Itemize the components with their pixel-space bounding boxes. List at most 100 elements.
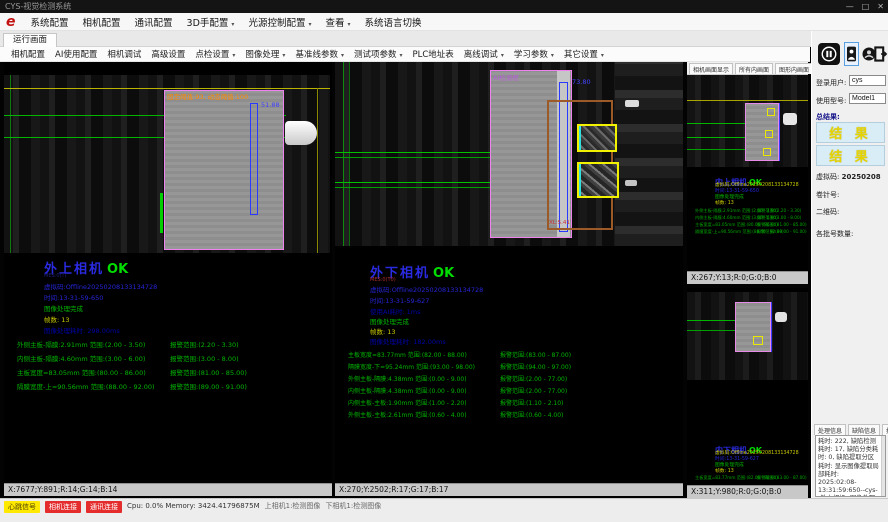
batch-count-label: 各批号数量:	[816, 229, 853, 239]
result-text: 结 果	[829, 150, 872, 165]
tab-connector-shape	[783, 113, 797, 125]
thumb-tab-all-views[interactable]: 所有内画面	[735, 63, 773, 74]
menu-view[interactable]: 查看	[318, 15, 357, 29]
cpu-memory-status: Cpu: 0.0% Memory: 3424.41796875M	[127, 501, 260, 512]
log-scrollbar[interactable]	[881, 436, 885, 496]
camera-view-outer-top[interactable]: 固定阈值:93, 动态阈值:100 51.88	[4, 75, 330, 253]
total-result-label: 总结果:	[816, 112, 840, 122]
measure-row: 内侧主板-隔膜:4.38mm 范围:(0.00 - 9.00) 报警范围:(2.…	[335, 386, 683, 395]
feature-box-yellow	[753, 336, 763, 345]
measure-text: 主板宽度=83.05mm 范围:(80.00 - 86.00)	[17, 367, 146, 377]
green-measure-line	[687, 320, 735, 321]
tool-plc-address[interactable]: PLC地址表	[408, 48, 459, 60]
virtual-code-caption: 虚拟码:	[816, 173, 839, 181]
alarm-range-text: 报警范围:(89.00 - 91.00)	[757, 229, 807, 235]
measure-row: 内侧主板-隔膜:4.60mm 范围:(3.00 - 6.00) 报警范围:(3.…	[4, 353, 332, 363]
user-button[interactable]	[844, 42, 859, 66]
camera-view-inner-top[interactable]	[687, 75, 808, 167]
pixel-coord-bar: X:267;Y:13;R:0;G:0;B:0	[687, 271, 808, 284]
elapsed-line: 图像处理耗时: 182.00ms	[370, 336, 446, 346]
app-logo-icon: e	[6, 14, 16, 30]
exit-door-icon	[874, 45, 888, 63]
result-ok-badge: OK	[433, 266, 454, 281]
measure-value-label: 51.88	[261, 101, 280, 109]
tool-learning-params[interactable]: 学习参数	[509, 48, 559, 60]
menu-3d-config[interactable]: 3D手配置	[180, 15, 242, 29]
measure-text: 内侧主板-隔膜:4.60mm 范围:(3.00 - 6.00)	[17, 353, 145, 363]
green-guide-line	[343, 62, 344, 246]
tab-run-screen[interactable]: 运行画面	[3, 33, 57, 47]
menu-system-config[interactable]: 系统配置	[24, 15, 76, 29]
exit-button[interactable]	[874, 44, 888, 63]
title-bar: CYS-视觉检测系统 — □ ✕	[0, 0, 888, 13]
alarm-range-text: 报警范围:(83.00 - 87.00)	[757, 475, 807, 481]
log-output[interactable]: 耗时: 222, 缺陷检测耗时: 17, 缺陷分类耗时: 0, 缺陷提取分区耗时…	[815, 435, 886, 497]
measure-row: 隔膜宽度-下=95.24mm 范围:(93.00 - 98.00) 报警范围:(…	[335, 362, 683, 371]
minimize-button[interactable]: —	[846, 0, 854, 13]
alarm-range-text: 报警范围:(94.00 - 97.00)	[500, 362, 571, 371]
tool-test-params[interactable]: 测试项参数	[349, 48, 408, 60]
tool-advanced-settings[interactable]: 高级设置	[146, 48, 190, 60]
main-area: 固定阈值:93, 动态阈值:100 51.88 外上相机OK MES:0(T) …	[0, 62, 810, 498]
alarm-range-text: 报警范围:(3.00 - 8.00)	[170, 353, 239, 363]
tool-camera-debug[interactable]: 相机调试	[102, 48, 146, 60]
result-box-bottom: 结 果	[816, 145, 885, 166]
tool-baseline-params[interactable]: 基准线参数	[290, 48, 349, 60]
result-text: 结 果	[829, 127, 872, 142]
toolbar: 相机配置 AI使用配置 相机调试 高级设置 点检设置 图像处理 基准线参数 测试…	[0, 47, 810, 62]
menu-light-config[interactable]: 光源控制配置	[241, 15, 318, 29]
tool-other-settings[interactable]: 其它设置	[559, 48, 609, 60]
feature-box-yellow	[763, 148, 771, 156]
yellow-guide-line	[317, 88, 318, 253]
camera-view-inner-bottom[interactable]	[687, 292, 808, 380]
log-tab-alarm-info[interactable]: 报警信息	[882, 424, 888, 435]
log-tab-process-info[interactable]: 处理信息	[814, 424, 846, 435]
tool-spotcheck-settings[interactable]: 点检设置	[190, 48, 240, 60]
green-measure-line	[687, 149, 747, 150]
pause-icon	[820, 45, 838, 63]
tool-ai-config[interactable]: AI使用配置	[50, 48, 102, 60]
measure-row: 外侧主板-主板:2.61mm 范围:(0.60 - 4.00) 报警范围:(0.…	[335, 410, 683, 419]
login-user-input[interactable]	[849, 75, 886, 86]
pause-button[interactable]	[818, 43, 840, 65]
machine-structure	[615, 62, 683, 246]
thumb-tab-camera-display[interactable]: 相机画面显示	[689, 63, 733, 74]
model-input[interactable]	[849, 93, 886, 104]
green-measure-line	[687, 330, 735, 331]
measure-text: 隔膜宽度-上=90.56mm 范围:(88.00 - 92.00)	[17, 381, 155, 391]
heartbeat-status-badge: 心跳信号	[4, 501, 40, 513]
mes-status-line: MES:0(T0)	[370, 277, 396, 283]
tool-offline-debug[interactable]: 离线调试	[459, 48, 509, 60]
log-tab-defect-info[interactable]: 缺陷信息	[848, 424, 880, 435]
window-title: CYS-视觉检测系统	[5, 2, 71, 11]
menu-camera-config[interactable]: 相机配置	[76, 15, 128, 29]
thumb-panel-inner-top: 相机画面显示 所有内画面 图形内画面 内上相机OK 虚拟码:Offline202…	[687, 62, 808, 284]
camera-panel-outer-bottom: AI检测框 73.80 XL:5.41 外下相机OK MES:0(T0) 虚拟码…	[335, 62, 683, 498]
reel-number-label: 卷针号:	[816, 190, 839, 200]
login-user-label: 登录用户:	[816, 78, 846, 88]
result-box-top: 结 果	[816, 122, 885, 143]
tool-image-processing[interactable]: 图像处理	[240, 48, 290, 60]
menu-language-switch[interactable]: 系统语言切换	[358, 15, 429, 29]
green-guide-line	[349, 62, 350, 246]
camera-panel-outer-top: 固定阈值:93, 动态阈值:100 51.88 外上相机OK MES:0(T) …	[4, 62, 332, 498]
roi-box-pink	[164, 90, 284, 250]
close-button[interactable]: ✕	[877, 0, 884, 13]
green-measure-line	[687, 123, 747, 124]
thumb-tab-graphic-views[interactable]: 图形内画面	[775, 63, 813, 74]
measure-text: 外侧主板-主板:2.61mm 范围:(0.60 - 4.00)	[348, 410, 467, 419]
log-tab-strip: 处理信息 缺陷信息 报警信息	[812, 423, 888, 435]
menu-comm-config[interactable]: 通讯配置	[128, 15, 180, 29]
measure-row: 外侧主板-隔膜:2.91mm 范围:(2.00 - 3.50) 报警范围:(2.…	[4, 339, 332, 349]
measure-row: 隔膜宽度-上=90.56mm 范围:(88.00 - 92.00) 报警范围:(…	[4, 381, 332, 391]
measure-text: 隔膜宽度-下=95.24mm 范围:(93.00 - 98.00)	[348, 362, 475, 371]
measure-row: 主板宽度=83.77mm 范围:(82.00 - 88.00)报警范围:(83.…	[687, 475, 808, 481]
blue-edge-line	[779, 103, 780, 161]
alarm-range-text: 报警范围:(2.20 - 3.30)	[170, 339, 239, 349]
measure-value-label: 73.80	[572, 78, 591, 86]
measure-box-blue	[250, 103, 258, 215]
control-sidebar: 登录用户: 使用型号: 总结果: 结 果 结 果 虚拟码: 20250208 卷…	[811, 31, 888, 498]
tool-camera-config[interactable]: 相机配置	[6, 48, 50, 60]
camera-view-outer-bottom[interactable]: AI检测框 73.80 XL:5.41	[335, 62, 683, 246]
maximize-button[interactable]: □	[862, 0, 870, 13]
